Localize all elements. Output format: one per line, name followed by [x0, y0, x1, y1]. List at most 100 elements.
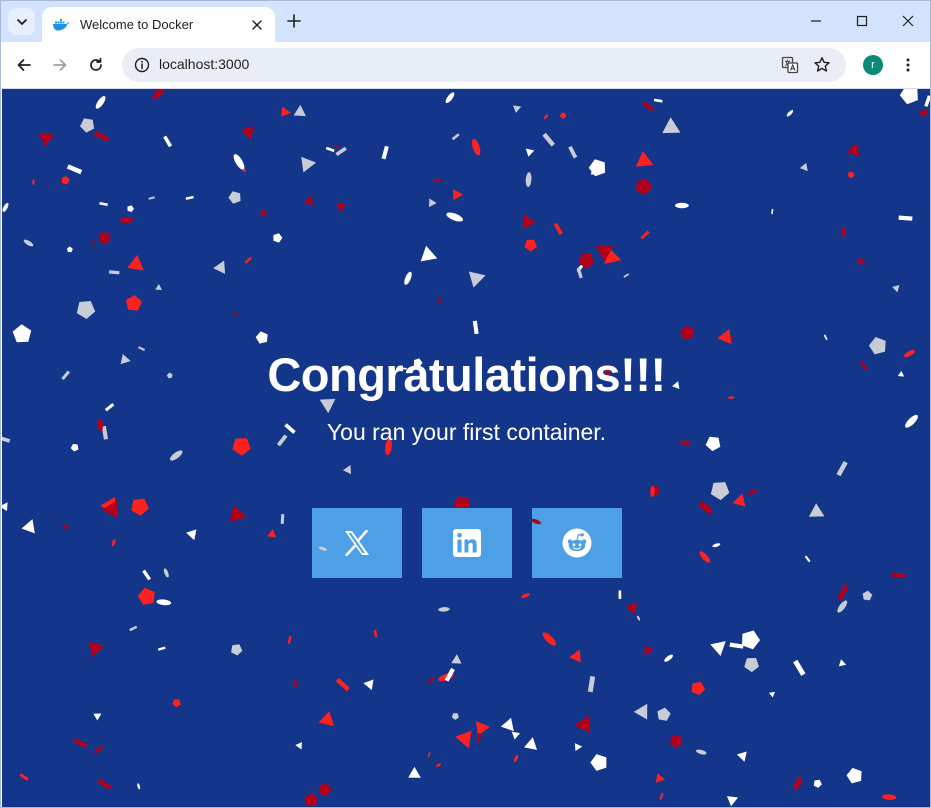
confetti-piece: [712, 543, 721, 548]
confetti-piece: [244, 256, 252, 264]
confetti-piece: [304, 195, 314, 206]
share-linkedin-button[interactable]: [422, 508, 512, 578]
confetti-piece: [427, 752, 431, 758]
arrow-right-icon: [53, 59, 67, 71]
confetti-piece: [799, 162, 808, 172]
confetti-piece: [862, 590, 873, 601]
confetti-piece: [111, 539, 116, 547]
maximize-button[interactable]: [847, 7, 877, 35]
confetti-piece: [522, 214, 536, 229]
minimize-icon: [811, 20, 821, 22]
confetti-piece: [588, 159, 606, 177]
confetti-piece: [856, 256, 866, 265]
new-tab-button[interactable]: [283, 10, 305, 32]
confetti-piece: [657, 707, 671, 721]
confetti-piece: [590, 754, 607, 771]
confetti-piece: [152, 89, 165, 100]
confetti-piece: [736, 751, 747, 762]
confetti-piece: [66, 164, 83, 175]
confetti-piece: [636, 178, 653, 195]
address-bar[interactable]: localhost:3000: [122, 48, 846, 82]
confetti-piece: [476, 733, 482, 743]
close-icon: [902, 15, 914, 27]
confetti-piece: [325, 146, 335, 153]
tab-search-button[interactable]: [8, 8, 35, 35]
browser-toolbar: localhost:3000 r: [1, 42, 930, 89]
first-container-subtitle: You ran your first container.: [326, 419, 607, 445]
confetti-piece: [172, 699, 181, 708]
confetti-piece: [61, 176, 70, 185]
confetti-piece: [293, 104, 306, 117]
back-button[interactable]: [10, 51, 38, 79]
confetti-piece: [156, 599, 172, 606]
confetti-piece: [640, 230, 650, 240]
confetti-piece: [93, 130, 110, 142]
confetti-piece: [342, 465, 352, 475]
confetti-piece: [837, 600, 848, 613]
url-text[interactable]: localhost:3000: [159, 56, 249, 72]
confetti-piece: [335, 677, 350, 692]
confetti-piece: [664, 654, 674, 662]
page-viewport: Congratulations!!! You ran your first co…: [2, 89, 930, 807]
share-x-button[interactable]: [312, 508, 402, 578]
confetti-piece: [131, 498, 149, 516]
close-window-button[interactable]: [893, 7, 923, 35]
confetti-piece: [137, 783, 141, 790]
confetti-piece: [93, 713, 102, 721]
arrow-left-icon: [17, 59, 31, 71]
share-reddit-button[interactable]: [532, 508, 622, 578]
confetti-piece: [587, 675, 596, 693]
confetti-piece: [446, 212, 464, 222]
confetti-piece: [335, 146, 347, 157]
confetti-piece: [653, 98, 663, 103]
reload-button[interactable]: [82, 51, 110, 79]
translate-icon[interactable]: [780, 55, 800, 75]
browser-menu-button[interactable]: [894, 51, 922, 79]
confetti-piece: [229, 504, 247, 522]
docker-favicon-icon: [52, 18, 70, 32]
tab-title: Welcome to Docker: [80, 17, 194, 32]
confetti-piece: [213, 260, 226, 274]
bookmark-star-icon[interactable]: [812, 55, 832, 75]
confetti-piece: [318, 783, 332, 797]
confetti-piece: [318, 711, 335, 727]
confetti-piece: [137, 587, 155, 605]
confetti-piece: [813, 779, 822, 788]
confetti-piece: [273, 233, 283, 243]
confetti-piece: [451, 654, 462, 664]
profile-avatar[interactable]: r: [863, 55, 883, 75]
confetti-piece: [837, 584, 849, 601]
confetti-piece: [542, 632, 557, 646]
confetti-piece: [88, 641, 105, 657]
forward-button[interactable]: [46, 51, 74, 79]
confetti-piece: [568, 145, 578, 159]
confetti-piece: [471, 138, 481, 156]
confetti-piece: [373, 629, 378, 638]
confetti-piece: [185, 195, 194, 200]
confetti-piece: [98, 232, 111, 245]
confetti-piece: [655, 773, 666, 783]
tab-welcome-to-docker[interactable]: Welcome to Docker: [42, 7, 275, 42]
confetti-piece: [231, 644, 243, 656]
site-info-icon[interactable]: [132, 55, 152, 75]
confetti-piece: [104, 403, 115, 412]
confetti-piece: [436, 296, 441, 303]
confetti-piece: [12, 324, 32, 343]
confetti-piece: [847, 171, 855, 179]
confetti-piece: [404, 271, 412, 285]
confetti-piece: [260, 208, 269, 217]
maximize-icon: [856, 15, 868, 27]
close-tab-icon[interactable]: [249, 17, 265, 33]
confetti-piece: [169, 450, 183, 461]
confetti-piece: [729, 335, 734, 341]
confetti-piece: [513, 754, 519, 763]
confetti-piece: [786, 110, 794, 117]
confetti-piece: [659, 792, 664, 800]
confetti-piece: [642, 101, 655, 112]
confetti-piece: [846, 767, 862, 784]
confetti-piece: [453, 189, 464, 201]
minimize-button[interactable]: [801, 7, 831, 35]
confetti-piece: [445, 92, 455, 104]
confetti-piece: [95, 96, 106, 109]
confetti-piece: [233, 311, 237, 317]
